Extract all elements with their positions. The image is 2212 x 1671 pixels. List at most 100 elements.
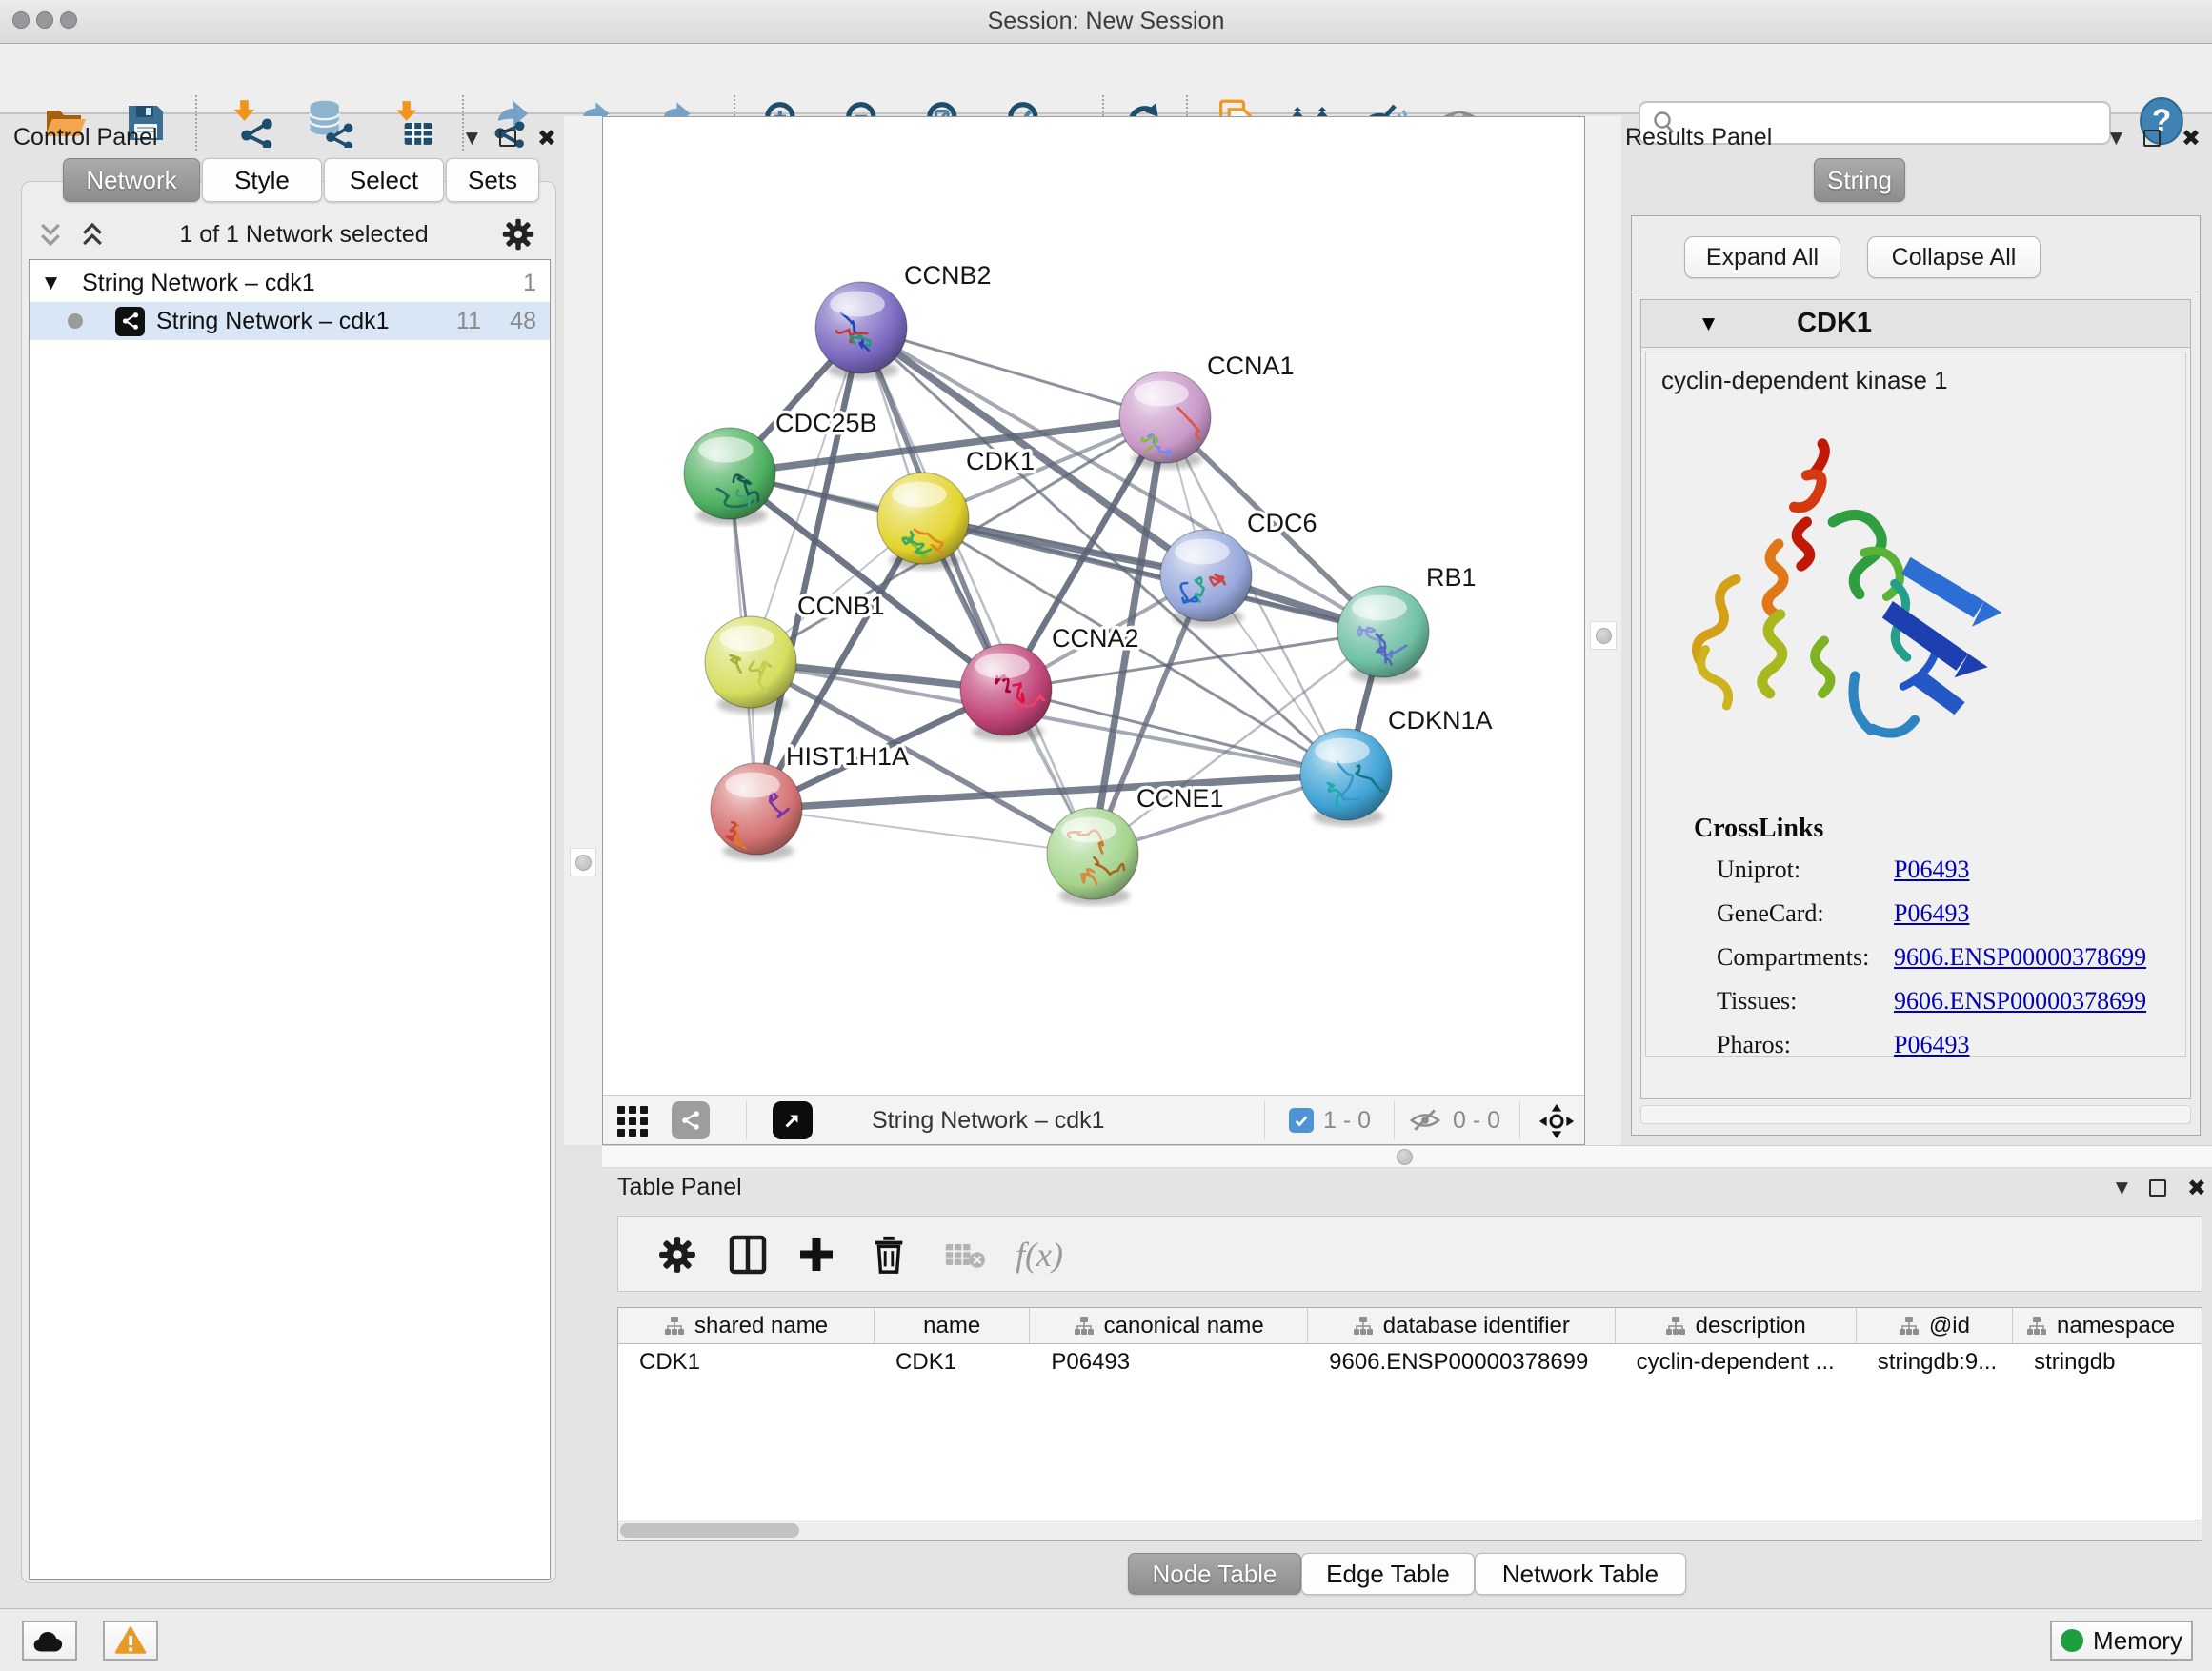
column-header-namespace[interactable]: namespace <box>2013 1308 2202 1343</box>
left-divider-grip[interactable] <box>570 848 596 876</box>
close-window-button[interactable] <box>12 11 30 29</box>
hidden-count: 0 - 0 <box>1453 1107 1500 1135</box>
selected-count-checkbox[interactable] <box>1289 1108 1314 1133</box>
expand-all-networks-icon[interactable] <box>78 220 107 249</box>
right-divider-grip[interactable] <box>1590 621 1617 650</box>
status-separator <box>1394 1101 1395 1139</box>
table-panel-float-icon[interactable] <box>2149 1179 2166 1197</box>
network-label: String Network – cdk1 <box>156 308 390 335</box>
tab-string-results[interactable]: String <box>1814 158 1905 202</box>
create-column-button[interactable] <box>790 1228 843 1281</box>
tab-style[interactable]: Style <box>202 158 322 202</box>
network-node-CCNB1[interactable] <box>705 616 796 714</box>
network-collection-row[interactable]: ▼ String Network – cdk1 1 <box>30 264 550 302</box>
automation-cloud-button[interactable] <box>22 1621 77 1661</box>
crosslink-link[interactable]: P06493 <box>1894 856 1969 884</box>
column-tree-icon <box>1665 1316 1686 1337</box>
column-header-database-identifier[interactable]: database identifier <box>1308 1308 1615 1343</box>
crosslink-label: GeneCard: <box>1717 899 1824 927</box>
node-label-CCNB1: CCNB1 <box>797 592 885 620</box>
table-options-button[interactable] <box>651 1228 704 1281</box>
network-view-title: String Network – cdk1 <box>872 1107 1105 1135</box>
column-header-shared-name[interactable]: shared name <box>618 1308 875 1343</box>
cdk1-section-header[interactable]: ▼ CDK1 <box>1641 300 2190 348</box>
network-node-CDKN1A[interactable] <box>1300 729 1395 826</box>
network-tree: ▼ String Network – cdk1 1 String Network… <box>29 259 551 1580</box>
status-separator <box>1264 1101 1265 1139</box>
string-network-graph[interactable]: CCNB2CCNA1CDC25BCDK1CDC6RB1CCNB1CCNA2CDK… <box>603 117 1584 1095</box>
network-node-RB1[interactable] <box>1337 586 1429 683</box>
control-panel-close-icon[interactable]: ✖ <box>537 125 556 151</box>
section-expander-icon[interactable]: ▼ <box>1702 314 1715 333</box>
control-panel-menu-icon[interactable]: ▼ <box>466 129 478 148</box>
network-edge-count: 48 <box>510 308 536 335</box>
left-panel-divider[interactable] <box>564 116 602 1145</box>
trash-icon <box>871 1235 907 1275</box>
birds-eye-view-icon[interactable] <box>1538 1103 1575 1139</box>
network-node-CCNA2[interactable] <box>960 644 1052 741</box>
collapse-all-button[interactable]: Collapse All <box>1867 236 2041 278</box>
crosslink-link[interactable]: P06493 <box>1894 1031 1969 1059</box>
warnings-button[interactable] <box>103 1621 158 1661</box>
titlebar: Session: New Session <box>0 0 2212 44</box>
table-divider-grip[interactable] <box>1397 1149 1413 1165</box>
expand-all-button[interactable]: Expand All <box>1684 236 1840 278</box>
cdk1-section: ▼ CDK1 cyclin-dependent kinase 1 <box>1640 299 2191 1099</box>
warning-icon <box>114 1626 147 1655</box>
scrollbar-thumb[interactable] <box>620 1523 799 1538</box>
network-row[interactable]: String Network – cdk1 11 48 <box>30 302 550 340</box>
zoom-window-button[interactable] <box>60 11 77 29</box>
network-node-CDC6[interactable] <box>1160 530 1252 627</box>
crosslink-link[interactable]: P06493 <box>1894 899 1969 928</box>
column-header-canonical-name[interactable]: canonical name <box>1030 1308 1308 1343</box>
column-tree-icon <box>2026 1316 2047 1337</box>
grid-view-icon[interactable] <box>616 1105 649 1137</box>
crosslink-link[interactable]: 9606.ENSP00000378699 <box>1894 943 2146 972</box>
tab-network[interactable]: Network <box>63 158 200 202</box>
column-header-id[interactable]: @id <box>1857 1308 2013 1343</box>
table-panel-menu-icon[interactable]: ▼ <box>2116 1178 2128 1198</box>
tab-edge-table[interactable]: Edge Table <box>1301 1553 1475 1595</box>
network-canvas[interactable]: CCNB2CCNA1CDC25BCDK1CDC6RB1CCNB1CCNA2CDK… <box>603 117 1584 1095</box>
table-header-row: shared name name canonical name database… <box>618 1308 2202 1344</box>
results-horizontal-scrollbar[interactable] <box>1640 1105 2191 1124</box>
crosslink-label: Pharos: <box>1717 1031 1791 1058</box>
crosslink-label: Tissues: <box>1717 987 1797 1015</box>
network-node-CDK1[interactable] <box>877 473 969 572</box>
results-panel-float-icon[interactable] <box>2143 130 2161 147</box>
network-node-HIST1H1A[interactable] <box>711 763 802 860</box>
columns-icon <box>729 1235 767 1275</box>
open-in-window-button[interactable] <box>773 1101 813 1139</box>
main-toolbar: ? <box>0 44 2212 114</box>
table-row[interactable]: CDK1 CDK1 P06493 9606.ENSP00000378699 cy… <box>618 1344 2202 1380</box>
table-horizontal-scrollbar[interactable] <box>618 1520 2202 1540</box>
network-badge-icon[interactable] <box>672 1101 710 1139</box>
show-columns-button[interactable] <box>721 1228 774 1281</box>
tab-select[interactable]: Select <box>324 158 444 202</box>
collapse-all-networks-icon[interactable] <box>36 220 65 249</box>
results-panel-menu-icon[interactable]: ▼ <box>2110 129 2122 148</box>
tab-node-table[interactable]: Node Table <box>1128 1553 1301 1595</box>
control-panel-float-icon[interactable] <box>499 130 516 147</box>
minimize-window-button[interactable] <box>36 11 53 29</box>
tab-network-table[interactable]: Network Table <box>1475 1553 1686 1595</box>
node-label-CCNB2: CCNB2 <box>904 261 992 290</box>
cdk1-details: cyclin-dependent kinase 1 <box>1645 352 2186 1057</box>
hidden-count-eye-icon[interactable] <box>1409 1106 1441 1135</box>
network-node-CDC25B[interactable] <box>684 428 775 525</box>
network-node-count: 11 <box>456 308 481 335</box>
column-tree-icon <box>664 1316 685 1337</box>
memory-button[interactable]: Memory <box>2050 1621 2193 1661</box>
delete-columns-button[interactable] <box>862 1228 915 1281</box>
column-header-name[interactable]: name <box>875 1308 1030 1343</box>
column-header-description[interactable]: description <box>1616 1308 1857 1343</box>
network-node-CCNE1[interactable] <box>1047 808 1138 905</box>
table-panel-close-icon[interactable]: ✖ <box>2187 1175 2206 1201</box>
crosslink-label: Uniprot: <box>1717 856 1800 883</box>
network-options-gear-icon[interactable] <box>501 217 535 252</box>
column-tree-icon <box>1899 1316 1920 1337</box>
results-panel-close-icon[interactable]: ✖ <box>2182 125 2201 151</box>
collection-expander-icon[interactable]: ▼ <box>45 273 57 292</box>
tab-sets[interactable]: Sets <box>446 158 539 202</box>
crosslink-link[interactable]: 9606.ENSP00000378699 <box>1894 987 2146 1016</box>
